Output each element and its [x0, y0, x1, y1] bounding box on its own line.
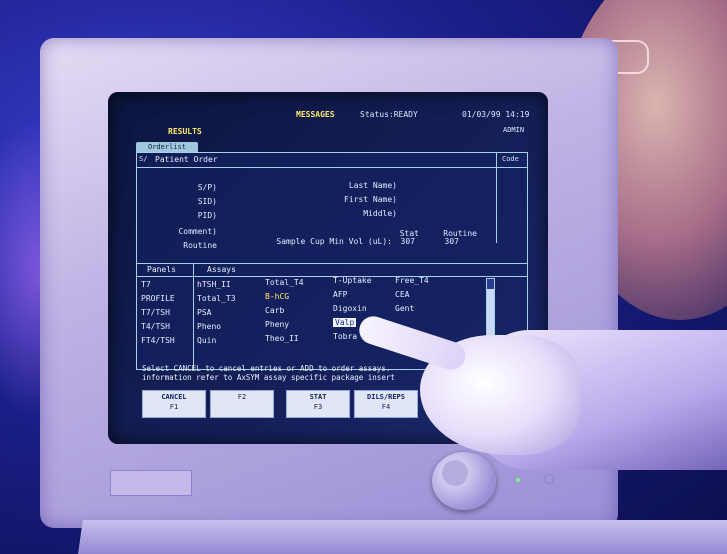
monitor-dial[interactable]	[432, 452, 496, 510]
assay-item[interactable]: Carb	[265, 306, 284, 315]
assay-item[interactable]: Total_T4	[265, 278, 304, 287]
results-button[interactable]: RESULTS	[168, 127, 202, 136]
scrollbar-thumb[interactable]	[487, 289, 494, 339]
assay-item[interactable]: hTSH_II	[197, 280, 231, 289]
panel-item[interactable]: T7	[141, 280, 151, 289]
power-icon[interactable]	[544, 474, 554, 484]
fkey-number: F2	[237, 393, 247, 401]
routine-vol-value: 307	[444, 237, 459, 246]
fkey-number: F3	[313, 403, 323, 411]
messages-button[interactable]: MESSAGES	[296, 110, 335, 119]
fkey-number: F4	[381, 403, 391, 411]
fkey-label: CANCEL	[161, 393, 187, 401]
fkey-number: F1	[169, 403, 179, 411]
panel-title: Patient Order	[155, 155, 218, 164]
pid-field[interactable]: PID)	[177, 211, 217, 220]
middle-field[interactable]: Middle)	[317, 209, 397, 218]
assay-item[interactable]: Gent	[395, 304, 414, 313]
panel-item[interactable]: T4/TSH	[141, 322, 170, 331]
status-text: Status:READY	[360, 110, 418, 119]
user-label: ADMIN	[503, 126, 525, 134]
assay-item-highlighted[interactable]: Valp	[333, 318, 357, 327]
orderlist-tab[interactable]: Orderlist	[136, 142, 198, 152]
dils-reps-button[interactable]: DILS/REPS F4	[354, 390, 418, 418]
datetime-text: 01/03/99 14:19	[462, 110, 530, 119]
monitor-label-plate	[110, 470, 192, 496]
power-led	[516, 478, 520, 482]
comment-field[interactable]: Comment)	[157, 227, 217, 236]
column-divider	[193, 264, 194, 370]
scene: MESSAGES Status:READY 01/03/99 14:19 RES…	[0, 0, 727, 554]
assay-item[interactable]: Quin	[197, 336, 216, 345]
first-name-field[interactable]: First Name)	[317, 195, 397, 204]
dial-cap	[442, 460, 468, 486]
code-column: Code	[496, 153, 527, 243]
cancel-button[interactable]: CANCEL F1	[142, 390, 206, 418]
instruction-text: Select CANCEL to cancel entries or ADD t…	[142, 364, 442, 382]
sid-field[interactable]: SID)	[177, 197, 217, 206]
f2-button[interactable]: F2	[210, 390, 274, 418]
panel-item[interactable]: PROFILE	[141, 294, 175, 303]
assay-item[interactable]: Theo_II	[265, 334, 299, 343]
s-column-label: S/	[139, 155, 148, 163]
panel-item[interactable]: T7/TSH	[141, 308, 170, 317]
assay-item[interactable]: Digoxin	[333, 304, 367, 313]
panel-item[interactable]: FT4/TSH	[141, 336, 175, 345]
fkey-label: DILS/REPS	[367, 393, 405, 401]
assay-item[interactable]: Pheno	[197, 322, 221, 331]
last-name-field[interactable]: Last Name)	[317, 181, 397, 190]
assay-item[interactable]: Pheny	[265, 320, 289, 329]
assay-item[interactable]: PSA	[197, 308, 211, 317]
assay-item[interactable]: Tobra	[333, 332, 357, 341]
assays-header: Assays	[207, 265, 236, 274]
assay-item[interactable]: T-Uptake	[333, 276, 372, 285]
assay-item[interactable]: AFP	[333, 290, 347, 299]
fkey-label: STAT	[309, 393, 327, 401]
assay-item[interactable]: CEA	[395, 290, 409, 299]
assay-item[interactable]: Total_T3	[197, 294, 236, 303]
sample-cup-label: Sample Cup Min Vol (uL):	[276, 237, 392, 246]
grid-header: Panels Assays	[137, 264, 527, 277]
panel-header: S/ Patient Order	[137, 153, 527, 168]
stat-button[interactable]: STAT F3	[286, 390, 350, 418]
instruction-line: Select CANCEL to cancel entries or ADD t…	[142, 364, 391, 373]
panels-header: Panels	[147, 265, 176, 274]
assay-item[interactable]: Free_T4	[395, 276, 429, 285]
keyboard	[77, 520, 727, 554]
assay-item-selected[interactable]: B-hCG	[265, 292, 289, 301]
instruction-line: information refer to AxSYM assay specifi…	[142, 373, 395, 382]
top-status-bar: MESSAGES Status:READY 01/03/99 14:19	[108, 110, 548, 124]
routine-label: Routine	[183, 241, 217, 250]
sp-field[interactable]: S/P)	[177, 183, 217, 192]
code-column-label: Code	[502, 155, 519, 163]
stat-value: 307	[400, 237, 415, 246]
